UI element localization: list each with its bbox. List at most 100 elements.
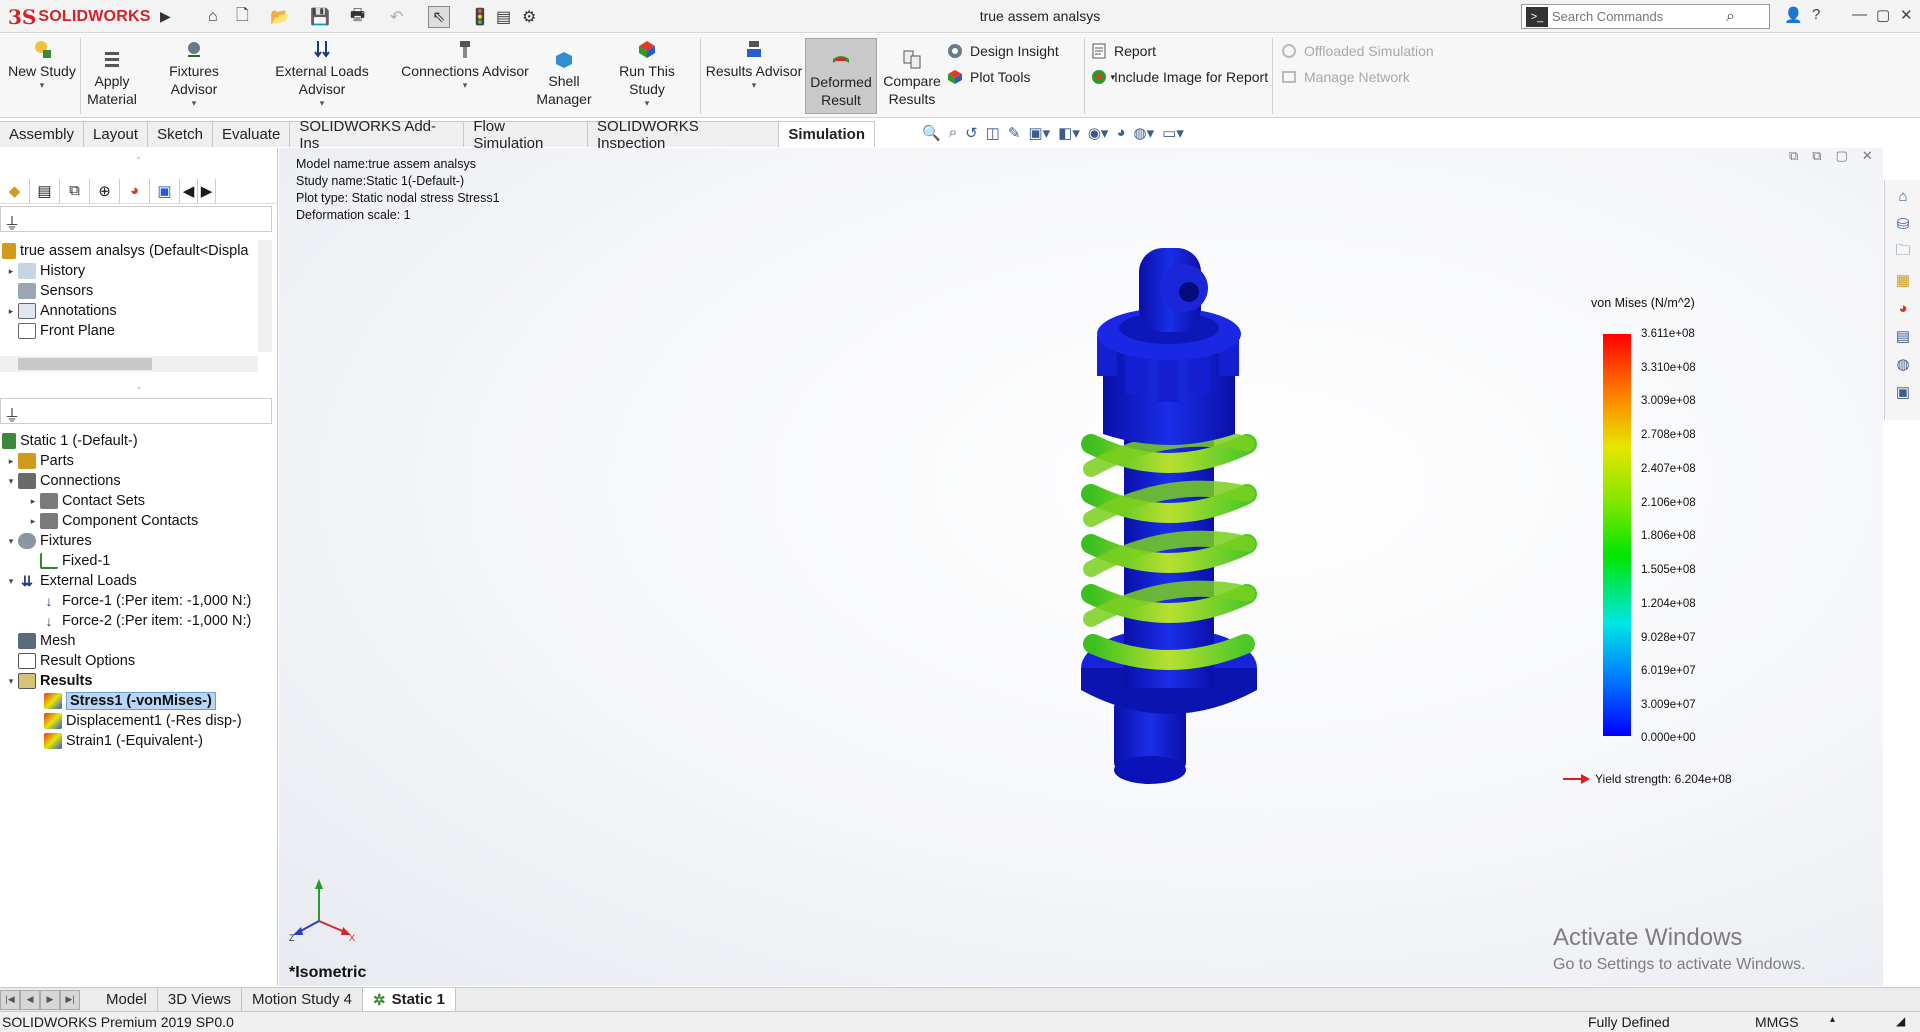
design-library-icon[interactable]: ⛁ bbox=[1889, 212, 1917, 236]
tree-item-connections[interactable]: ▾ Connections bbox=[4, 470, 121, 492]
tab-model[interactable]: Model bbox=[86, 987, 158, 1012]
tab-evaluate[interactable]: Evaluate bbox=[212, 121, 291, 147]
deformed-result-button[interactable]: Deformed Result bbox=[805, 38, 877, 114]
tab-assembly[interactable]: Assembly bbox=[0, 121, 85, 147]
fixtures-advisor-button[interactable]: Fixtures Advisor ▾ bbox=[146, 38, 242, 108]
feature-filter-field[interactable] bbox=[0, 206, 272, 232]
view-orientation-icon[interactable]: ▣▾ bbox=[1028, 124, 1050, 142]
simulation-results-icon[interactable]: ▣ bbox=[1889, 380, 1917, 404]
search-icon[interactable]: ⌕ bbox=[1726, 8, 1735, 26]
restore-icon[interactable]: ▢ bbox=[1876, 6, 1890, 24]
save-icon[interactable]: 💾 bbox=[310, 6, 330, 28]
expand-arrow-icon[interactable]: ▸ bbox=[4, 266, 18, 277]
tab-layout[interactable]: Layout bbox=[84, 121, 149, 147]
prev-tab-icon[interactable]: ◀ bbox=[20, 989, 40, 1010]
menu-expand-arrow-icon[interactable]: ▶ bbox=[160, 8, 171, 25]
print-icon[interactable]: 🖶 bbox=[350, 6, 365, 28]
configuration-manager-tab-icon[interactable]: ⧉ bbox=[60, 178, 90, 203]
filter-icon[interactable]: ⏚ bbox=[4, 402, 20, 426]
tree-study-root[interactable]: Static 1 (-Default-) bbox=[2, 430, 138, 452]
options-gear-icon[interactable]: ⚙ bbox=[522, 6, 536, 28]
tree-item-mesh[interactable]: Mesh bbox=[18, 630, 75, 652]
collapse-arrow-icon[interactable]: ▾ bbox=[4, 536, 18, 547]
last-tab-icon[interactable]: ▶| bbox=[60, 989, 80, 1010]
tree-item-contact-sets[interactable]: ▸ Contact Sets bbox=[26, 490, 145, 512]
external-loads-advisor-button[interactable]: External Loads Advisor ▾ bbox=[252, 38, 392, 108]
tile-icon[interactable]: ⧉ bbox=[1789, 148, 1798, 164]
tree-item-front-plane[interactable]: Front Plane bbox=[4, 320, 115, 342]
display-manager-tab-icon[interactable]: ◕ bbox=[120, 178, 150, 203]
units-selector[interactable]: MMGS bbox=[1755, 1014, 1799, 1030]
first-tab-icon[interactable]: |◀ bbox=[0, 989, 20, 1010]
tree-item-results[interactable]: ▾ Results bbox=[4, 670, 92, 692]
stress-plot-model[interactable] bbox=[979, 238, 1299, 838]
dimxpert-tab-icon[interactable]: ⊕ bbox=[90, 178, 120, 203]
feature-manager-tab-icon[interactable]: ◆ bbox=[0, 178, 30, 203]
view-palette-icon[interactable]: ▦ bbox=[1889, 268, 1917, 292]
tree-item-strain1[interactable]: Strain1 (-Equivalent-) bbox=[44, 730, 203, 752]
tree-item-displacement1[interactable]: Displacement1 (-Res disp-) bbox=[44, 710, 242, 732]
tile-2-icon[interactable]: ⧉ bbox=[1812, 148, 1821, 164]
dynamic-annotation-icon[interactable]: ✎ bbox=[1008, 124, 1021, 142]
tree-item-external-loads[interactable]: ▾ ⇊ External Loads bbox=[4, 570, 137, 592]
offloaded-simulation-button[interactable]: Offloaded Simulation bbox=[1280, 42, 1434, 60]
hide-show-items-icon[interactable]: ◉▾ bbox=[1088, 124, 1109, 142]
display-style-icon[interactable]: ◧▾ bbox=[1058, 124, 1080, 142]
expand-arrow-icon[interactable]: ▸ bbox=[4, 306, 18, 317]
new-study-button[interactable]: New Study ▾ bbox=[4, 38, 80, 90]
zoom-to-area-icon[interactable]: ⌕ bbox=[949, 124, 957, 142]
rebuild-icon[interactable]: 🚦 bbox=[470, 6, 490, 28]
tab-sketch[interactable]: Sketch bbox=[148, 121, 213, 147]
expand-arrow-icon[interactable]: ▸ bbox=[26, 516, 40, 527]
minimize-icon[interactable]: — bbox=[1852, 6, 1867, 23]
shell-manager-button[interactable]: Shell Manager bbox=[532, 48, 596, 108]
simulation-tab-icon[interactable]: ▣ bbox=[150, 178, 180, 203]
tree-item-fixtures[interactable]: ▾ Fixtures bbox=[4, 530, 92, 552]
tree-item-history[interactable]: ▸ History bbox=[4, 260, 85, 282]
splitter-grip[interactable]: ◦ bbox=[0, 382, 278, 396]
report-button[interactable]: Report bbox=[1090, 42, 1156, 60]
undo-icon[interactable]: ↶ bbox=[390, 6, 403, 28]
collapse-arrow-icon[interactable]: ▾ bbox=[4, 676, 18, 687]
tab-flow-simulation[interactable]: Flow Simulation bbox=[464, 118, 589, 152]
new-document-icon[interactable]: 🗋 bbox=[236, 6, 249, 28]
tree-item-force-1[interactable]: ↓ Force-1 (:Per item: -1,000 N:) bbox=[40, 590, 252, 612]
solidworks-resources-icon[interactable]: ⌂ bbox=[1889, 184, 1917, 208]
viewport-close-icon[interactable]: ✕ bbox=[1862, 148, 1873, 164]
expand-arrow-icon[interactable]: ▸ bbox=[4, 456, 18, 467]
results-advisor-button[interactable]: Results Advisor ▾ bbox=[704, 38, 804, 90]
tab-motion-study-4[interactable]: Motion Study 4 bbox=[242, 987, 364, 1012]
previous-view-icon[interactable]: ↺ bbox=[965, 124, 978, 142]
tab-simulation[interactable]: Simulation bbox=[779, 121, 875, 147]
compare-results-button[interactable]: Compare Results bbox=[880, 48, 944, 108]
apply-scene-icon[interactable]: ◍▾ bbox=[1134, 124, 1155, 142]
graphics-area[interactable]: ⧉ ⧉ ▢ ✕ Model name:true assem analsys St… bbox=[279, 148, 1883, 986]
filter-icon[interactable]: ⏚ bbox=[4, 210, 20, 234]
view-settings-icon[interactable]: ▭▾ bbox=[1162, 124, 1184, 142]
appearances-icon[interactable]: ◕ bbox=[1889, 296, 1917, 320]
edit-appearance-icon[interactable]: ◕ bbox=[1116, 124, 1125, 142]
home-icon[interactable]: ⌂ bbox=[208, 6, 218, 28]
tab-solidworks-inspection[interactable]: SOLIDWORKS Inspection bbox=[588, 118, 780, 152]
search-commands[interactable]: >_ ⌕ bbox=[1521, 4, 1770, 29]
user-icon[interactable]: 👤 bbox=[1784, 6, 1803, 24]
search-input[interactable] bbox=[1552, 9, 1722, 24]
file-explorer-icon[interactable]: 🗀 bbox=[1889, 240, 1917, 264]
tree-item-sensors[interactable]: Sensors bbox=[4, 280, 93, 302]
tree-horizontal-scrollbar[interactable] bbox=[0, 356, 258, 372]
tree-item-annotations[interactable]: ▸ Annotations bbox=[4, 300, 117, 322]
panel-grip[interactable]: ◦ bbox=[0, 152, 277, 166]
tree-vertical-scrollbar[interactable] bbox=[258, 240, 272, 352]
apply-material-button[interactable]: Apply Material bbox=[84, 48, 140, 108]
tab-solidworks-add-ins[interactable]: SOLIDWORKS Add-Ins bbox=[290, 118, 465, 152]
scroll-left-icon[interactable]: ◀ bbox=[180, 178, 198, 203]
run-this-study-button[interactable]: Run This Study ▾ bbox=[600, 38, 694, 108]
help-icon[interactable]: ? bbox=[1812, 6, 1820, 23]
select-pointer-icon[interactable]: ⇖ bbox=[428, 6, 450, 28]
connections-advisor-button[interactable]: Connections Advisor ▾ bbox=[400, 38, 530, 90]
tree-root-assembly[interactable]: true assem analsys (Default<Displa bbox=[2, 240, 248, 262]
tree-item-component-contacts[interactable]: ▸ Component Contacts bbox=[26, 510, 198, 532]
design-insight-button[interactable]: Design Insight bbox=[946, 42, 1059, 60]
tab-3d-views[interactable]: 3D Views bbox=[158, 987, 242, 1012]
tab-static-1[interactable]: ✲ Static 1 bbox=[363, 987, 456, 1012]
